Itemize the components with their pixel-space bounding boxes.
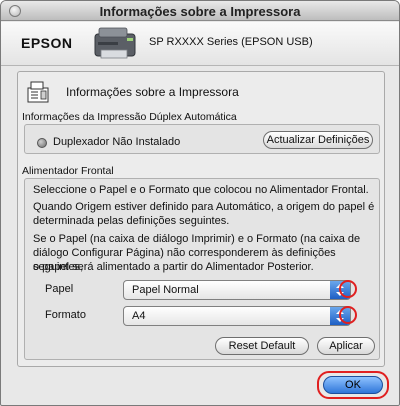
front-feeder-group-label: Alimentador Frontal	[22, 165, 114, 177]
paper-select[interactable]: Papel Normal	[123, 280, 351, 300]
ok-button-highlight	[317, 371, 389, 399]
size-select-value: A4	[132, 310, 146, 322]
feeder-instruction-1: Seleccione o Papel e o Formato que coloc…	[33, 184, 369, 196]
title-bar[interactable]: Informações sobre a Impressora	[1, 1, 399, 21]
duplex-status: Duplexador Não Instalado	[53, 136, 181, 148]
apply-button[interactable]: Aplicar	[317, 337, 375, 355]
front-feeder-group: Seleccione o Papel e o Formato que coloc…	[24, 178, 380, 360]
paper-select-highlight	[339, 280, 357, 298]
paper-label: Papel	[45, 283, 74, 295]
size-select-highlight	[339, 306, 357, 324]
update-settings-button[interactable]: Actualizar Definições	[263, 131, 373, 149]
size-select[interactable]: A4	[123, 306, 351, 326]
feeder-note-3: o papel será alimentado a partir do Alim…	[33, 261, 314, 273]
printer-info-window: Informações sobre a Impressora EPSON SP …	[0, 0, 400, 406]
duplex-group-label: Informações da Impressão Dúplex Automáti…	[22, 111, 237, 123]
feeder-note-1: Se o Papel (na caixa de diálogo Imprimir…	[33, 233, 361, 245]
paper-select-value: Papel Normal	[132, 284, 199, 296]
window-title: Informações sobre a Impressora	[99, 4, 301, 19]
reset-default-button[interactable]: Reset Default	[215, 337, 309, 355]
duplex-group: Duplexador Não Instalado Actualizar Defi…	[24, 124, 380, 154]
printer-name: SP RXXXX Series (EPSON USB)	[149, 36, 313, 48]
printer-icon	[94, 27, 136, 59]
printer-info-icon	[27, 81, 49, 103]
info-panel: Informações sobre a Impressora Informaçõ…	[17, 71, 385, 367]
printer-header: EPSON SP RXXXX Series (EPSON USB)	[1, 22, 399, 66]
size-label: Formato	[45, 309, 86, 321]
feeder-instruction-3: determinada pelas definições seguintes.	[33, 215, 230, 227]
feeder-instruction-2: Quando Origem estiver definido para Auto…	[33, 201, 375, 213]
epson-logo: EPSON	[21, 35, 73, 51]
duplex-status-icon	[37, 138, 47, 148]
panel-heading: Informações sobre a Impressora	[66, 85, 239, 99]
